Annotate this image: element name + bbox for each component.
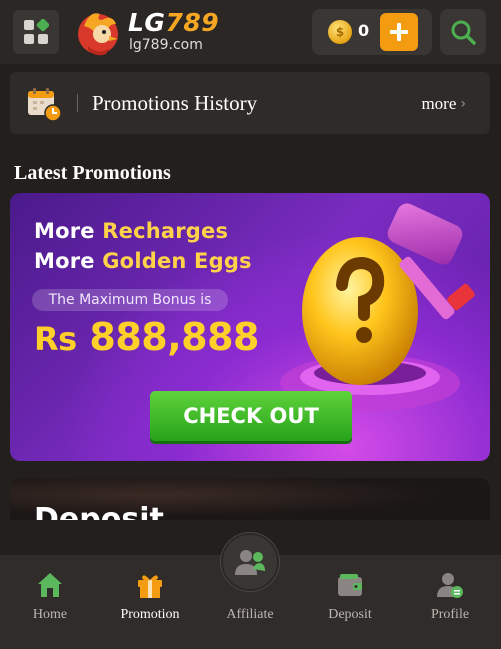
grid-menu-icon (24, 19, 49, 44)
logo-number: 789 (165, 8, 220, 37)
banner-headline-2a: More (34, 249, 103, 273)
currency-label: Rs (34, 320, 77, 358)
deposit-card-title: Deposit (34, 502, 164, 520)
rooster-logo-icon (78, 13, 118, 56)
more-link[interactable]: more › (421, 94, 466, 114)
gift-icon (138, 575, 162, 598)
wallet-balance[interactable]: $ 0 (312, 9, 432, 55)
home-icon (38, 573, 62, 597)
banner-headline-2: More Golden Eggs (34, 249, 252, 273)
nav-promotion[interactable]: Promotion (100, 555, 200, 649)
history-title: Promotions History (92, 91, 258, 115)
profile-icon (437, 573, 463, 598)
logo-name: LG (128, 8, 166, 37)
amount-value: 888,888 (89, 315, 259, 359)
affiliate-button[interactable] (221, 533, 279, 591)
top-header: LG789 lg789.com $ 0 (0, 0, 501, 64)
banner-headline-1b: Recharges (102, 219, 229, 243)
menu-button[interactable] (13, 10, 59, 54)
banner-headline-2b: Golden Eggs (102, 249, 252, 273)
search-icon (451, 20, 476, 45)
add-funds-button[interactable] (380, 13, 418, 51)
affiliate-users-icon (235, 550, 265, 575)
nav-deposit[interactable]: Deposit (300, 555, 400, 649)
chevron-right-icon: › (460, 96, 466, 112)
divider (77, 94, 78, 112)
nav-affiliate-label: Affiliate (226, 607, 274, 622)
balance-value: 0 (358, 21, 370, 40)
nav-home[interactable]: Home (0, 555, 100, 649)
calendar-clock-icon (28, 88, 62, 122)
plus-icon (390, 23, 408, 41)
nav-profile[interactable]: Profile (400, 555, 500, 649)
section-title: Latest Promotions (14, 162, 171, 184)
logo-title: LG789 (128, 8, 219, 37)
wallet-icon (338, 574, 362, 596)
bonus-label: The Maximum Bonus is (32, 289, 228, 311)
promotions-history-bar[interactable]: Promotions History more › (10, 72, 490, 134)
check-out-button[interactable]: CHECK OUT (150, 391, 352, 441)
banner-headline-1: More Recharges (34, 219, 228, 243)
nav-deposit-label: Deposit (328, 607, 372, 622)
bonus-amount: Rs 888,888 (34, 315, 259, 359)
nav-promotion-label: Promotion (120, 607, 180, 622)
promotion-banner[interactable]: More Recharges More Golden Eggs The Maxi… (10, 193, 490, 461)
logo-domain: lg789.com (129, 37, 203, 53)
more-label: more (421, 94, 457, 113)
nav-home-label: Home (32, 607, 68, 622)
coin-icon: $ (328, 20, 352, 44)
search-button[interactable] (440, 9, 486, 55)
banner-headline-1a: More (34, 219, 103, 243)
nav-profile-label: Profile (430, 607, 470, 622)
deposit-promo-card[interactable]: Deposit (10, 478, 490, 520)
